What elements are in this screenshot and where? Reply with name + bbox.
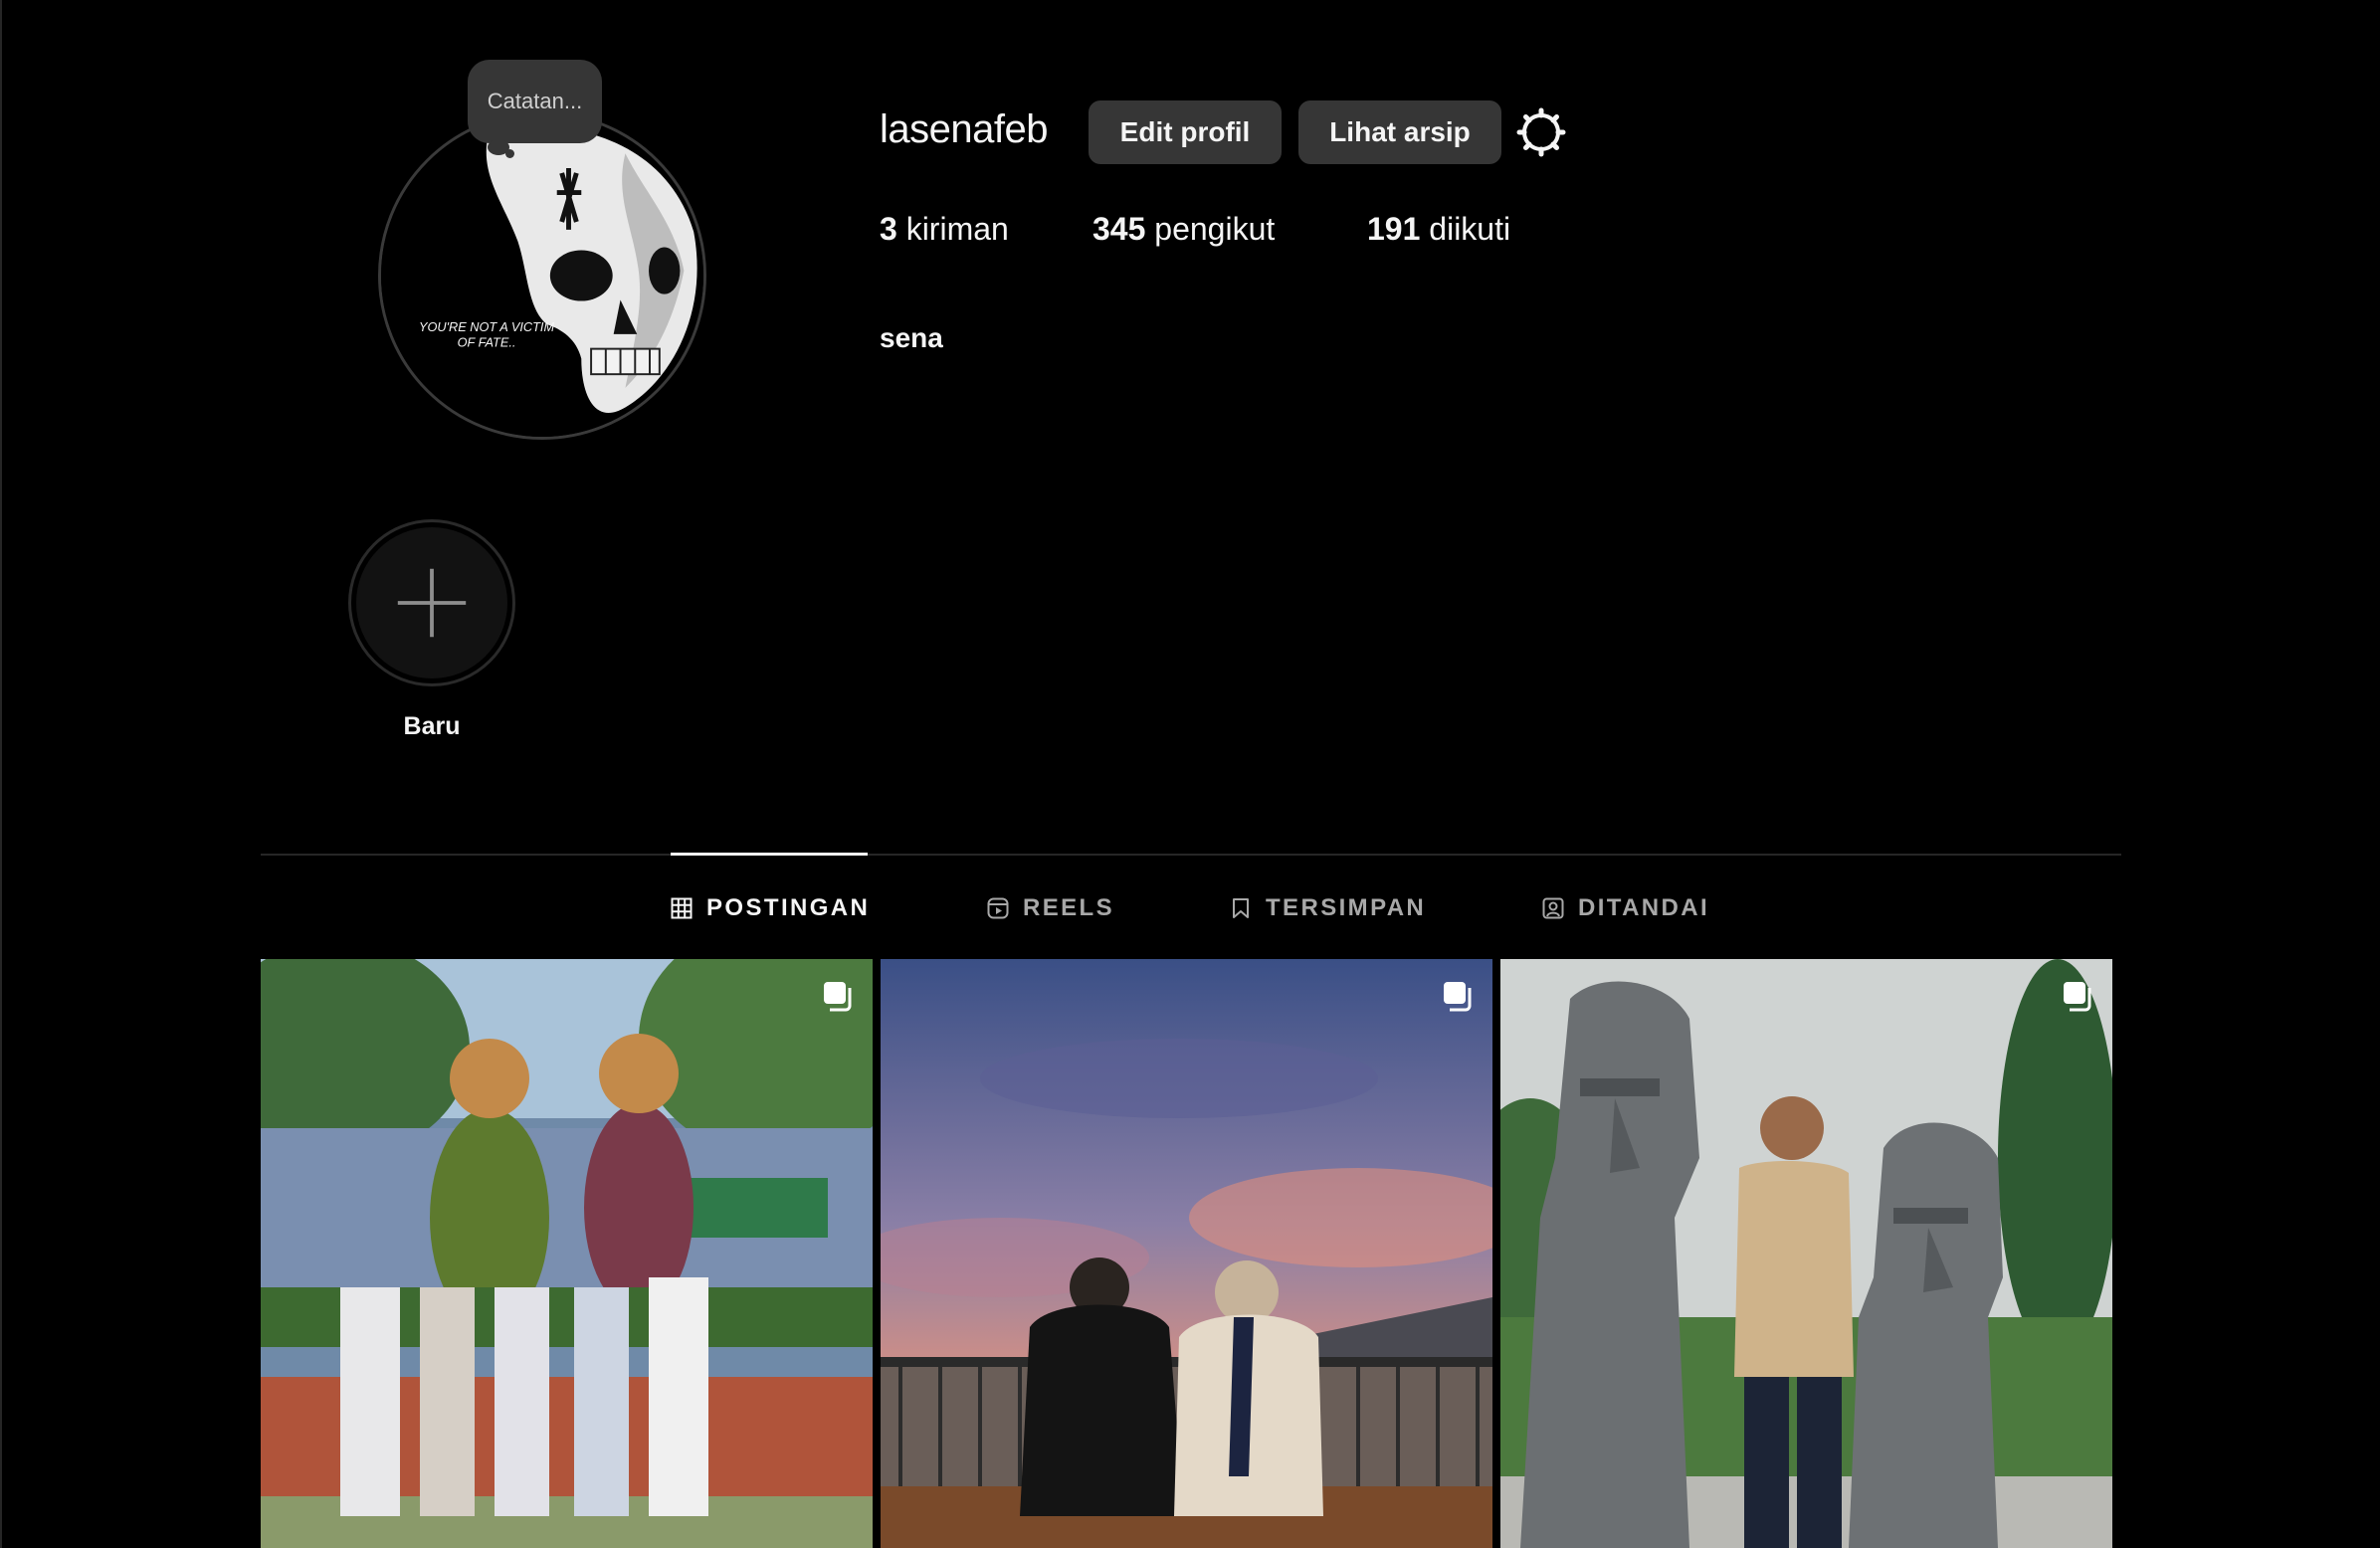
posts-count: 3 — [880, 211, 897, 247]
profile-avatar[interactable]: YOU'RE NOT A VICTIM OF FATE.. — [378, 111, 706, 440]
gear-icon[interactable] — [1516, 107, 1566, 157]
carousel-icon — [824, 982, 852, 1012]
full-name: sena — [880, 322, 943, 353]
post-thumbnail-2[interactable] — [881, 959, 1492, 1548]
post-2-image — [881, 959, 1492, 1548]
tab-reels-label: REELS — [1023, 894, 1115, 921]
tab-posts[interactable]: POSTINGAN — [671, 891, 870, 925]
tab-reels[interactable]: REELS — [987, 891, 1114, 925]
new-highlight-button[interactable] — [348, 519, 515, 686]
avatar-image: YOU'RE NOT A VICTIM OF FATE.. — [381, 114, 703, 437]
carousel-icon — [1444, 982, 1472, 1012]
new-highlight-inner — [356, 527, 507, 678]
note-bubble-tail-dot — [505, 149, 514, 158]
note-bubble[interactable]: Catatan... — [468, 60, 602, 143]
grid-icon — [671, 897, 693, 919]
plus-icon — [397, 568, 467, 638]
bookmark-icon — [1233, 898, 1249, 918]
followers-label: pengikut — [1145, 211, 1276, 247]
tab-saved[interactable]: TERSIMPAN — [1230, 891, 1426, 925]
avatar-caption-line1: YOU'RE NOT A VICTIM — [419, 319, 554, 334]
post-1-image — [261, 959, 873, 1548]
new-highlight-label: Baru — [403, 712, 461, 740]
view-archive-button[interactable]: Lihat arsip — [1298, 100, 1501, 164]
profile-page: YOU'RE NOT A VICTIM OF FATE.. Catatan...… — [0, 0, 2380, 1548]
tab-tagged[interactable]: DITANDAI — [1542, 891, 1709, 925]
username: lasenafeb — [880, 107, 1048, 151]
tab-tagged-label: DITANDAI — [1578, 894, 1710, 921]
active-tab-indicator — [671, 853, 868, 856]
edit-profile-button[interactable]: Edit profil — [1089, 100, 1282, 164]
tab-saved-label: TERSIMPAN — [1266, 894, 1427, 921]
posts-label: kiriman — [896, 211, 1009, 247]
following-label: diikuti — [1420, 211, 1511, 247]
reels-icon — [987, 897, 1009, 919]
post-thumbnail-3[interactable] — [1500, 959, 2112, 1548]
followers-count: 345 — [1092, 211, 1146, 247]
followers-stat[interactable]: 345 pengikut — [1092, 211, 1275, 248]
post-thumbnail-1[interactable] — [261, 959, 873, 1548]
tabs-divider — [261, 854, 2121, 856]
post-3-image — [1500, 959, 2112, 1548]
avatar-caption-line2: OF FATE.. — [458, 335, 516, 350]
following-stat[interactable]: 191 diikuti — [1367, 211, 1510, 248]
posts-count-stat: 3 kiriman — [880, 211, 1009, 248]
window-edge — [0, 0, 2, 1548]
carousel-icon — [2064, 982, 2091, 1012]
tagged-icon — [1542, 897, 1564, 919]
tab-posts-label: POSTINGAN — [706, 894, 871, 921]
following-count: 191 — [1367, 211, 1421, 247]
